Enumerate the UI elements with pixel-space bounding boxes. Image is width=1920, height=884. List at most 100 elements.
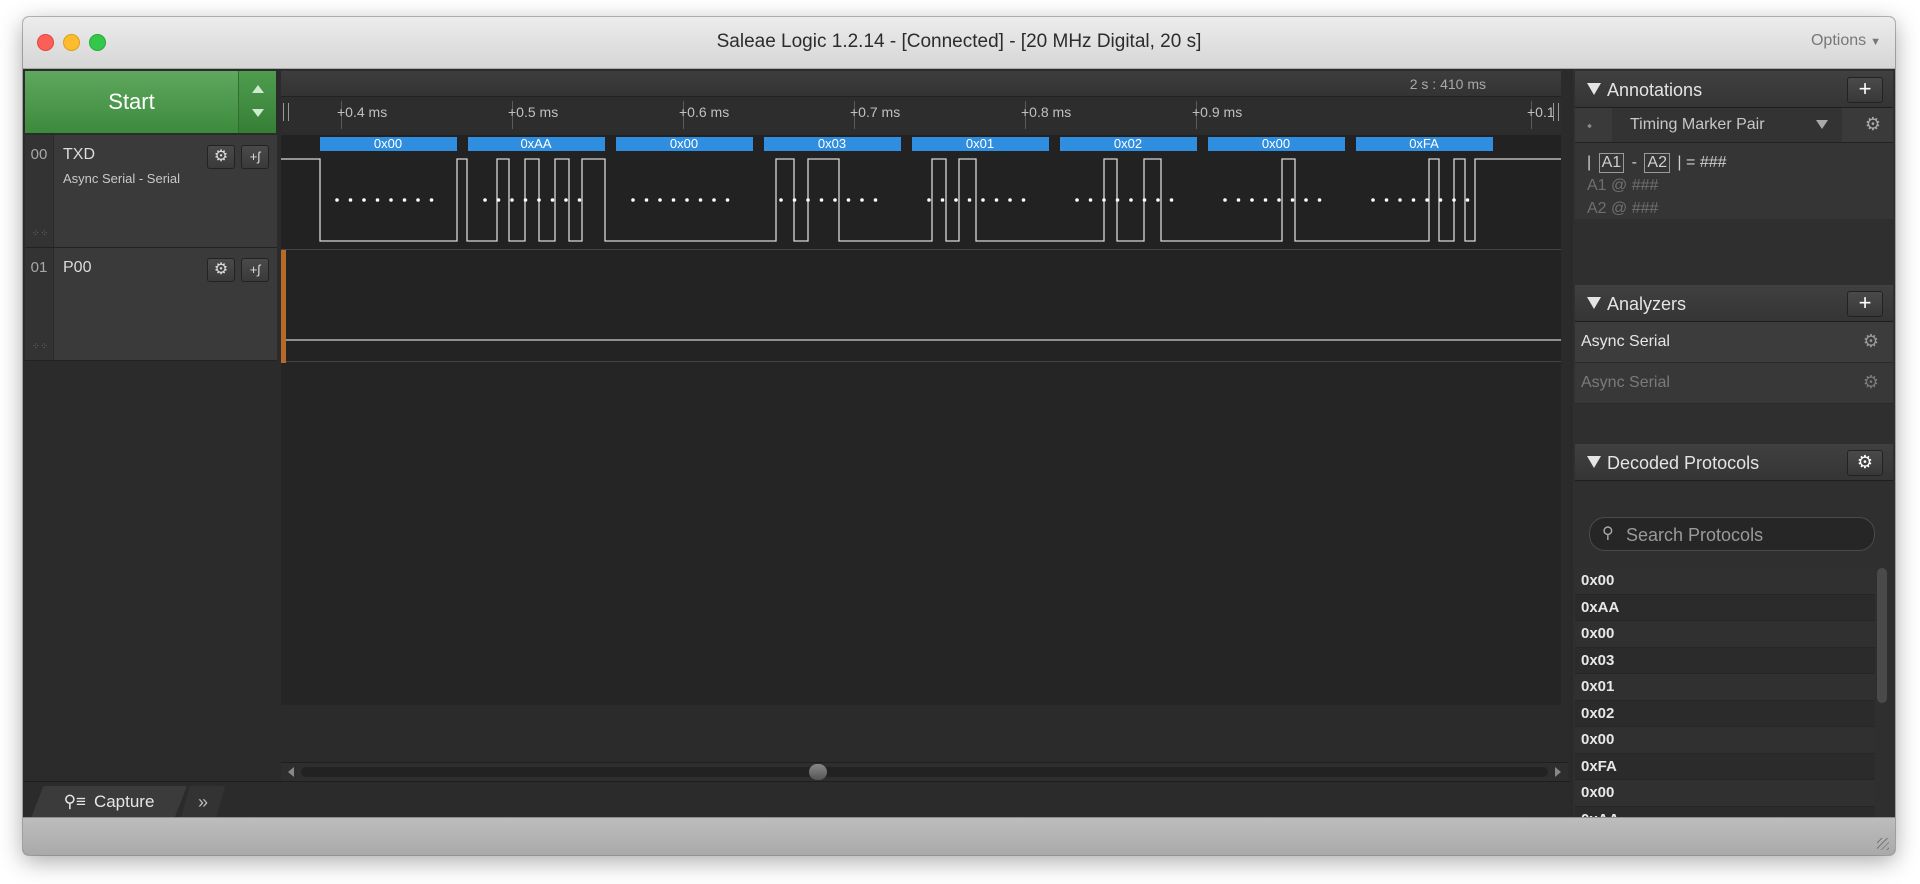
bit-sample-dot [712, 198, 716, 202]
channel-name[interactable]: P00 [63, 259, 91, 277]
scroll-thumb[interactable] [809, 764, 827, 780]
bit-sample-dot [1129, 198, 1133, 202]
triangle-down-icon[interactable] [1587, 297, 1601, 309]
drag-handle-icon[interactable]: ⁘⁘ [32, 228, 49, 239]
scroll-track[interactable] [301, 767, 1548, 777]
gear-icon[interactable]: ⚙ [1863, 372, 1879, 393]
options-label[interactable]: Options [1811, 32, 1866, 49]
drag-handle-icon[interactable]: ⁘⁘ [32, 341, 49, 352]
channel-trigger-button[interactable]: +ʃ [241, 258, 269, 282]
tab-more-button[interactable]: » [181, 786, 225, 818]
bit-sample-dot [1021, 198, 1026, 202]
protocols-scrollbar[interactable] [1877, 568, 1887, 703]
tab-capture[interactable]: ⚲≡ Capture [31, 786, 187, 818]
bit-sample-dot [1223, 198, 1227, 202]
arrow-up-icon[interactable] [252, 85, 264, 93]
decoded-protocols-title: Decoded Protocols [1607, 453, 1760, 473]
decoded-protocols-settings-button[interactable]: ⚙ [1847, 450, 1883, 476]
arrow-down-icon[interactable] [252, 109, 264, 117]
decoded-bubbles: 0x00 0xAA 0x00 0x03 0x01 0x02 0x00 0xFA [320, 136, 1493, 151]
analyzer-name: Async Serial [1581, 333, 1670, 350]
list-item[interactable]: 0xFA [1575, 753, 1875, 780]
analyzer-item[interactable]: Async Serial ⚙ [1575, 322, 1893, 363]
channel-row-p00[interactable]: 01 ⁘⁘ P00 ⚙ +ʃ [25, 248, 277, 361]
bit-sample-dot [550, 198, 555, 202]
channel-row-txd[interactable]: 00 ⁘⁘ TXD Async Serial - Serial ⚙ +ʃ [25, 135, 277, 248]
decoded-bubble-label: 0x03 [818, 136, 846, 151]
channel-trigger-button[interactable]: +ʃ [241, 145, 269, 169]
p00-trace[interactable] [281, 250, 1561, 362]
search-protocols-field[interactable]: ⚲ [1589, 517, 1875, 551]
bit-sample-dot [389, 198, 393, 202]
start-button[interactable]: Start [25, 71, 238, 133]
search-protocols-input[interactable] [1624, 522, 1868, 548]
ruler-tick-label: +0.9 ms [1192, 104, 1243, 120]
chevron-down-icon [1816, 120, 1828, 129]
list-item[interactable]: 0x02 [1575, 700, 1875, 727]
bit-sample-dot [1169, 198, 1174, 202]
list-item[interactable]: 0xAA [1575, 806, 1875, 817]
list-item[interactable]: 0xAA [1575, 594, 1875, 621]
scroll-right-icon[interactable] [1555, 767, 1561, 777]
channel-settings-button[interactable]: ⚙ [207, 145, 235, 169]
ruler-tick: +0.7 ms [850, 101, 900, 129]
ruler-right-handle[interactable] [1553, 103, 1559, 121]
bit-sample-dot [967, 198, 972, 202]
bit-sample-dot [1236, 198, 1241, 202]
annotations-header[interactable]: Annotations + [1575, 71, 1893, 108]
list-item[interactable]: 0x01 [1575, 674, 1875, 701]
marker-a2-tag[interactable]: A2 [1644, 153, 1670, 173]
list-item[interactable]: 0x00 [1575, 727, 1875, 754]
bit-sample-dot [1371, 198, 1375, 202]
bit-sample-dot [631, 198, 635, 202]
triangle-down-icon[interactable] [1587, 83, 1601, 95]
list-item[interactable]: 0x03 [1575, 647, 1875, 674]
timing-marker-select[interactable]: Timing Marker Pair [1612, 108, 1842, 142]
bit-sample-dot [1317, 198, 1322, 202]
analyzers-header[interactable]: Analyzers + [1575, 285, 1893, 322]
list-item[interactable]: 0x00 [1575, 568, 1875, 595]
scroll-left-icon[interactable] [288, 767, 294, 777]
list-item[interactable]: 0x00 [1575, 621, 1875, 648]
resize-grip-icon[interactable] [1877, 838, 1889, 850]
bit-sample-dot [537, 198, 541, 202]
bit-sample-dot [1277, 198, 1281, 202]
gear-icon: ⚙ [213, 261, 229, 278]
right-sidebar: Annotations + ⬩ Timing Marker Pair ⚙ | A… [1573, 69, 1895, 817]
status-bar [23, 817, 1895, 855]
channel-settings-button[interactable]: ⚙ [207, 258, 235, 282]
add-annotation-button[interactable]: + [1847, 77, 1883, 103]
horizontal-scrollbar[interactable] [281, 762, 1568, 781]
bit-sample-dot [658, 198, 662, 202]
ruler-left-handle[interactable] [283, 103, 289, 121]
analyzer-item[interactable]: Async Serial ⚙ [1575, 363, 1893, 404]
gear-icon[interactable]: ⚙ [1865, 114, 1881, 135]
ruler-tick: +0.1 [1527, 101, 1555, 129]
decoded-protocols-header[interactable]: Decoded Protocols ⚙ [1575, 444, 1893, 481]
app-window: Saleae Logic 1.2.14 - [Connected] - [20 … [23, 17, 1895, 855]
bit-sample-dot [1384, 198, 1389, 202]
add-analyzer-button[interactable]: + [1847, 291, 1883, 317]
channel-name[interactable]: TXD [63, 146, 95, 164]
ruler-tick-label: +0.6 ms [679, 104, 730, 120]
options-menu[interactable]: Options ▼ [1811, 32, 1881, 50]
decoded-bubble-label: 0x00 [1262, 136, 1290, 151]
measurement-a2: A2 @ ### [1587, 200, 1659, 217]
bit-sample-dot [1290, 198, 1295, 202]
list-item[interactable]: 0x00 [1575, 780, 1875, 807]
bit-sample-dot [698, 198, 703, 202]
bit-sample-dot [577, 198, 582, 202]
start-options-stepper[interactable] [238, 71, 276, 133]
bit-sample-dot [1250, 198, 1254, 202]
bit-sample-dot [348, 198, 353, 202]
decoded-protocols-list[interactable]: 0x00 0xAA 0x00 0x03 0x01 0x02 0x00 0xFA … [1575, 568, 1875, 817]
annotations-title: Annotations [1607, 80, 1703, 100]
marker-a1-tag[interactable]: A1 [1598, 153, 1625, 173]
double-chevron-icon: » [197, 791, 208, 812]
waveform-area[interactable]: 0x00 0xAA 0x00 0x03 0x01 0x02 0x00 0xFA [281, 135, 1561, 705]
txd-trace[interactable]: 0x00 0xAA 0x00 0x03 0x01 0x02 0x00 0xFA [281, 135, 1561, 250]
channel-analyzer-label: Async Serial - Serial [63, 171, 181, 186]
gear-icon[interactable]: ⚙ [1863, 331, 1879, 352]
time-ruler[interactable]: +0.4 ms +0.5 ms +0.6 ms +0.7 ms +0.8 ms … [281, 97, 1561, 133]
triangle-down-icon[interactable] [1587, 456, 1601, 468]
